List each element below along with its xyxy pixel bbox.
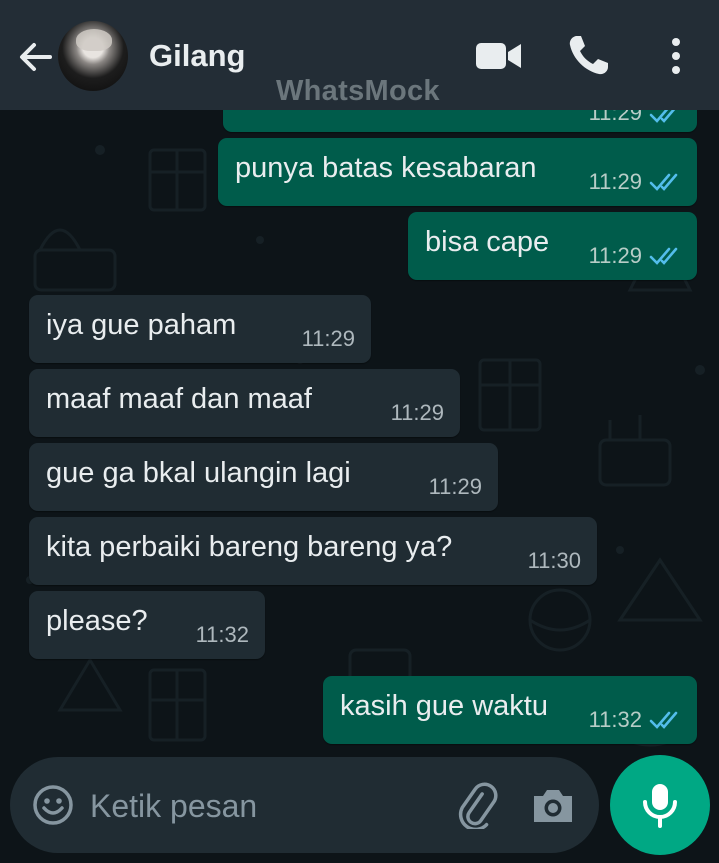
message-time: 11:32	[195, 622, 249, 647]
contact-name[interactable]: Gilang	[149, 38, 245, 74]
more-vert-icon[interactable]	[652, 32, 700, 80]
message-text: kasih gue waktu	[340, 690, 548, 722]
message-time: 11:29	[390, 400, 444, 425]
message-bubble-incoming[interactable]: iya gue paham 11:29	[29, 295, 371, 363]
message-time: 11:29	[588, 243, 642, 268]
read-receipt-icon	[649, 247, 678, 265]
message-time: 11:32	[588, 707, 642, 732]
message-text: please?	[46, 605, 148, 637]
mic-icon	[643, 784, 677, 828]
message-bubble-outgoing[interactable]: punya batas kesabaran 11:29	[218, 138, 697, 206]
message-bubble-incoming[interactable]: please? 11:32	[29, 591, 265, 659]
read-receipt-icon	[649, 711, 678, 729]
message-text: punya batas kesabaran	[235, 152, 537, 184]
message-bubble-incoming[interactable]: gue ga bkal ulangin lagi 11:29	[29, 443, 498, 511]
message-bubble-incoming[interactable]: maaf maaf dan maaf 11:29	[29, 369, 460, 437]
message-time: 11:29	[588, 169, 642, 194]
avatar[interactable]	[58, 21, 128, 91]
message-time: 11:29	[428, 474, 482, 499]
message-bubble-outgoing[interactable]: bisa cape 11:29	[408, 212, 697, 280]
read-receipt-icon	[649, 173, 678, 191]
attach-icon[interactable]	[454, 781, 500, 832]
message-text: bisa cape	[425, 226, 550, 258]
message-text: kita perbaiki bareng bareng ya?	[46, 531, 453, 563]
mic-button[interactable]	[610, 755, 710, 855]
message-time: 11:29	[301, 326, 355, 351]
message-text: gue ga bkal ulangin lagi	[46, 457, 351, 489]
message-composer	[10, 757, 599, 853]
message-bubble-outgoing[interactable]: kasih gue waktu 11:32	[323, 676, 697, 744]
message-text: maaf maaf dan maaf	[46, 383, 312, 415]
message-text: iya gue paham	[46, 309, 237, 341]
video-call-icon[interactable]	[474, 32, 522, 80]
watermark: WhatsMock	[276, 75, 440, 107]
message-time: 11:30	[527, 548, 581, 573]
emoji-icon[interactable]	[32, 784, 74, 826]
phone-icon[interactable]	[564, 32, 612, 80]
camera-icon[interactable]	[530, 783, 576, 827]
message-input[interactable]	[88, 781, 432, 831]
message-bubble-incoming[interactable]: kita perbaiki bareng bareng ya? 11:30	[29, 517, 597, 585]
back-arrow-icon[interactable]	[16, 38, 54, 76]
